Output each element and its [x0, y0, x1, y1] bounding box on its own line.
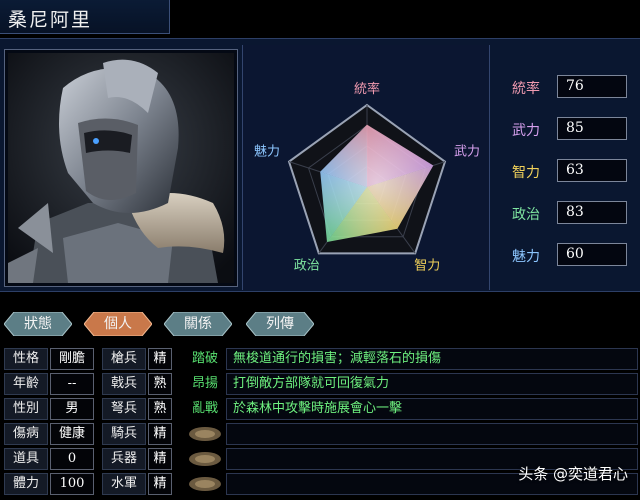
troop-value: 熟 — [148, 373, 172, 395]
stat-row-zhengzhi: 政治 83 — [506, 201, 636, 227]
skill-name[interactable]: 昂揚 — [184, 373, 226, 395]
radar-axis-label: 統率 — [354, 81, 380, 97]
troop-label: 水軍 — [102, 473, 146, 495]
personal-value: 100 — [50, 473, 94, 495]
personal-value: 健康 — [50, 423, 94, 445]
personal-label: 體力 — [4, 473, 48, 495]
troop-label: 戟兵 — [102, 373, 146, 395]
personal-label: 性格 — [4, 348, 48, 370]
skill-description: 無梭道通行的損害；減輕落石的損傷 — [226, 348, 638, 370]
stat-label: 智力 — [512, 165, 540, 181]
stat-value: 83 — [557, 201, 627, 224]
personal-label: 性別 — [4, 398, 48, 420]
radar-axis-label: 智力 — [414, 258, 440, 273]
stat-row-tongshuai: 統率 76 — [506, 75, 636, 101]
troop-value: 精 — [148, 448, 172, 470]
troop-label: 槍兵 — [102, 348, 146, 370]
stat-row-zhili: 智力 63 — [506, 159, 636, 185]
stat-row-wuli: 武力 85 — [506, 117, 636, 143]
stat-label: 統率 — [512, 81, 540, 97]
stat-value: 60 — [557, 243, 627, 266]
personal-value: 男 — [50, 398, 94, 420]
stats-panel: 統率 76 武力 85 智力 63 政治 83 魅力 60 — [496, 45, 640, 290]
radar-axis-label: 武力 — [454, 145, 480, 160]
empty-skill-slot-icon[interactable] — [188, 451, 222, 467]
tab-status[interactable]: 狀態 — [4, 312, 72, 336]
troop-value: 精 — [148, 423, 172, 445]
radar-axis-label: 魅力 — [254, 145, 280, 160]
tab-relations[interactable]: 關係 — [164, 312, 232, 336]
skill-description-empty — [226, 423, 638, 445]
empty-skill-slot-icon[interactable] — [188, 476, 222, 492]
tab-biography[interactable]: 列傳 — [246, 312, 314, 336]
empty-skill-slot-icon[interactable] — [188, 426, 222, 442]
tab-bar: 狀態 個人 關係 列傳 — [0, 304, 640, 344]
stat-label: 政治 — [512, 207, 540, 223]
troop-value: 精 — [148, 473, 172, 495]
stat-label: 魅力 — [512, 249, 540, 265]
stat-value: 63 — [557, 159, 627, 182]
skill-description: 於森林中攻擊時施展會心一擊 — [226, 398, 638, 420]
tab-label: 狀態 — [24, 316, 52, 332]
portrait-frame — [4, 49, 238, 287]
personal-label: 道具 — [4, 448, 48, 470]
radar-axis-label: 政治 — [294, 258, 320, 273]
title-bar-extension — [170, 0, 640, 34]
troop-label: 騎兵 — [102, 423, 146, 445]
watermark: 头条 @奕道君心 — [518, 465, 628, 483]
stat-value: 85 — [557, 117, 627, 140]
skill-description: 打倒敵方部隊就可回復氣力 — [226, 373, 638, 395]
personal-label: 年齡 — [4, 373, 48, 395]
troop-label: 兵器 — [102, 448, 146, 470]
skill-name[interactable]: 踏破 — [184, 348, 226, 370]
ability-radar-panel: 統率武力智力 政治 魅力 — [242, 45, 490, 290]
stat-label: 武力 — [512, 123, 540, 139]
officer-name: 桑尼阿里 — [8, 9, 93, 31]
personal-value: 0 — [50, 448, 94, 470]
title-bar: 桑尼阿里 — [0, 0, 170, 34]
stat-row-meili: 魅力 60 — [506, 243, 636, 269]
tab-label: 關係 — [184, 316, 212, 332]
troop-label: 弩兵 — [102, 398, 146, 420]
officer-portrait — [8, 53, 234, 283]
troop-value: 熟 — [148, 398, 172, 420]
skill-name[interactable]: 亂戰 — [184, 398, 226, 420]
ability-radar-chart: 統率武力智力 政治 魅力 — [254, 81, 480, 273]
tab-label: 個人 — [104, 316, 132, 332]
personal-value: 剛膽 — [50, 348, 94, 370]
officer-info-panel: 統率 武力 智力 政治 魅力 統率 76 武力 85 智力 63 政治 83 魅力 60 — [0, 38, 640, 292]
tab-label: 列傳 — [266, 316, 294, 332]
troop-value: 精 — [148, 348, 172, 370]
tab-personal[interactable]: 個人 — [84, 312, 152, 336]
stat-value: 76 — [557, 75, 627, 98]
personal-label: 傷病 — [4, 423, 48, 445]
personal-value: -- — [50, 373, 94, 395]
